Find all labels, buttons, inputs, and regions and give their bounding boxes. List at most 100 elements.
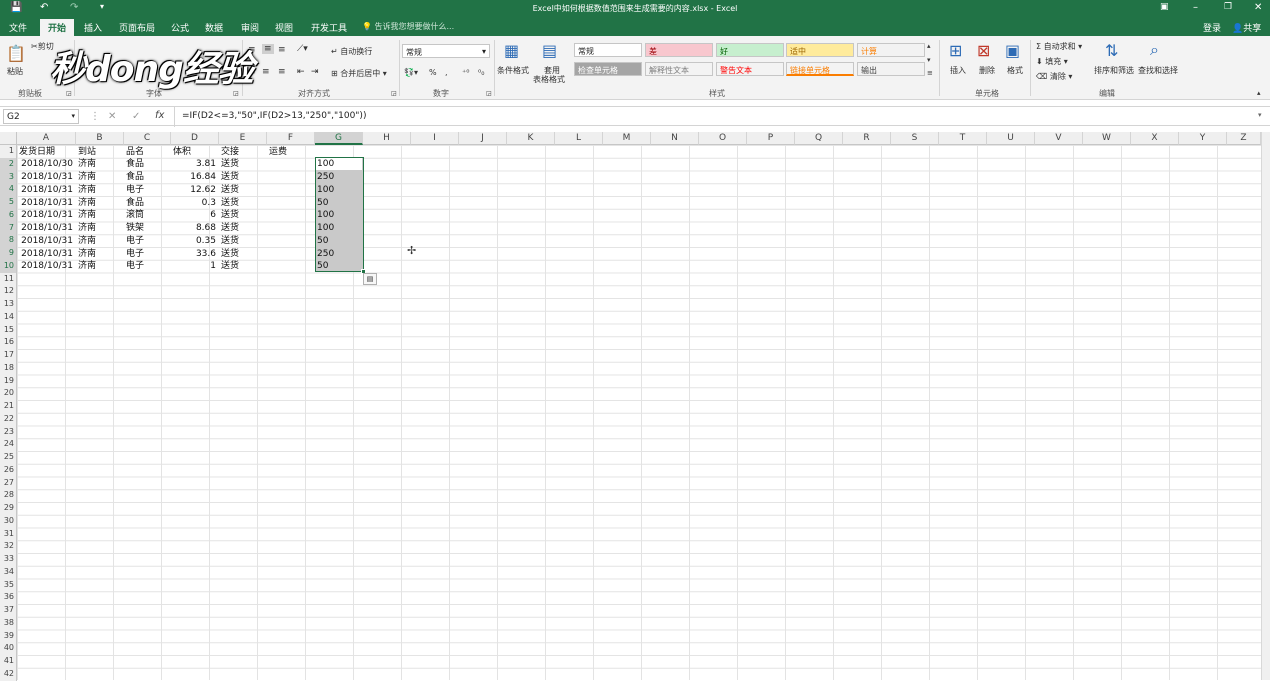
column-header-W[interactable]: W xyxy=(1083,132,1131,145)
row-header-15[interactable]: 15 xyxy=(0,323,17,337)
column-header-V[interactable]: V xyxy=(1035,132,1083,145)
column-header-D[interactable]: D xyxy=(171,132,219,145)
row-header-4[interactable]: 4 xyxy=(0,183,17,196)
cell-A7[interactable]: 2018/10/31 xyxy=(17,222,73,234)
tab-review[interactable]: 审阅 xyxy=(241,21,259,34)
tab-developer[interactable]: 开发工具 xyxy=(311,21,347,34)
column-header-I[interactable]: I xyxy=(411,132,459,145)
column-header-H[interactable]: H xyxy=(363,132,411,145)
quick-analysis-icon[interactable]: ▤ xyxy=(363,273,377,285)
close-icon[interactable]: ✕ xyxy=(1254,2,1262,13)
row-header-2[interactable]: 2 xyxy=(0,157,17,171)
align-right-icon[interactable]: ≡ xyxy=(278,67,286,77)
cell-B7[interactable]: 济南 xyxy=(78,222,96,234)
column-header-C[interactable]: C xyxy=(124,132,171,145)
cell-G7[interactable]: 100 xyxy=(317,222,334,234)
row-header-17[interactable]: 17 xyxy=(0,349,17,362)
currency-icon[interactable]: 💱▾ xyxy=(404,68,418,77)
wrap-text-button[interactable]: ↵ 自动换行 xyxy=(331,46,372,57)
row-header-20[interactable]: 20 xyxy=(0,387,17,400)
cell-G3[interactable]: 250 xyxy=(317,171,334,183)
row-header-12[interactable]: 12 xyxy=(0,285,17,298)
name-box[interactable]: G2 ▾ xyxy=(3,109,79,124)
cell-D6[interactable]: 6 xyxy=(171,209,216,221)
row-header-29[interactable]: 29 xyxy=(0,502,17,515)
column-header-U[interactable]: U xyxy=(987,132,1035,145)
gallery-down-icon[interactable]: ▾ xyxy=(927,56,931,64)
cell-E9[interactable]: 送货 xyxy=(221,248,239,260)
cell-D8[interactable]: 0.35 xyxy=(171,235,216,247)
share-button[interactable]: 👤共享 xyxy=(1232,21,1261,34)
collapse-ribbon-icon[interactable]: ▴ xyxy=(1257,89,1261,97)
conditional-format-icon[interactable]: ▦ xyxy=(504,41,519,60)
row-header-38[interactable]: 38 xyxy=(0,616,17,630)
row-header-22[interactable]: 22 xyxy=(0,412,17,426)
row-header-27[interactable]: 27 xyxy=(0,476,17,490)
cell-D7[interactable]: 8.68 xyxy=(171,222,216,234)
cell-style-1[interactable]: 差 xyxy=(645,43,713,57)
cell-B5[interactable]: 济南 xyxy=(78,197,96,209)
cell-A3[interactable]: 2018/10/31 xyxy=(17,171,73,183)
column-header-A[interactable]: A xyxy=(17,132,76,145)
ribbon-display-icon[interactable]: ▣ xyxy=(1160,2,1169,12)
row-header-5[interactable]: 5 xyxy=(0,196,17,209)
cell-G9[interactable]: 250 xyxy=(317,248,334,260)
column-header-J[interactable]: J xyxy=(459,132,507,145)
delete-cells-icon[interactable]: ⊠ xyxy=(977,41,990,60)
row-header-36[interactable]: 36 xyxy=(0,591,17,604)
login-link[interactable]: 登录 xyxy=(1203,21,1221,34)
select-all-button[interactable] xyxy=(0,132,17,145)
align-center-icon[interactable]: ≡ xyxy=(262,67,270,77)
row-header-8[interactable]: 8 xyxy=(0,234,17,247)
cell-E2[interactable]: 送货 xyxy=(221,158,239,170)
row-header-42[interactable]: 42 xyxy=(0,667,17,681)
cell-D2[interactable]: 3.81 xyxy=(171,158,216,170)
tab-home[interactable]: 开始 xyxy=(40,19,75,36)
cell-style-0[interactable]: 常规 xyxy=(574,43,642,57)
column-header-O[interactable]: O xyxy=(699,132,747,145)
sort-filter-icon[interactable]: ⇅ xyxy=(1105,41,1118,60)
cell-E10[interactable]: 送货 xyxy=(221,260,239,272)
magnifier-icon[interactable]: ⌕ xyxy=(1150,40,1159,60)
decrease-indent-icon[interactable]: ⇤ xyxy=(297,67,305,77)
column-header-Y[interactable]: Y xyxy=(1179,132,1227,145)
tab-page-layout[interactable]: 页面布局 xyxy=(119,21,155,34)
orientation-icon[interactable]: ⟋▾ xyxy=(297,44,308,54)
row-header-33[interactable]: 33 xyxy=(0,553,17,566)
column-header-X[interactable]: X xyxy=(1131,132,1179,145)
cell-B4[interactable]: 济南 xyxy=(78,184,96,196)
column-header-F[interactable]: F xyxy=(267,132,315,145)
tab-insert[interactable]: 插入 xyxy=(84,21,102,34)
row-header-21[interactable]: 21 xyxy=(0,400,17,413)
tell-me-search[interactable]: 💡 告诉我您想要做什么... xyxy=(362,21,454,32)
row-header-19[interactable]: 19 xyxy=(0,374,17,388)
column-header-Q[interactable]: Q xyxy=(795,132,843,145)
format-cells-icon[interactable]: ▣ xyxy=(1005,41,1020,60)
cell-D5[interactable]: 0.3 xyxy=(171,197,216,209)
cell-B1[interactable]: 到站 xyxy=(78,146,96,158)
gallery-up-icon[interactable]: ▴ xyxy=(927,42,931,50)
cell-D1[interactable]: 体积 xyxy=(173,146,191,158)
cell-style-8[interactable]: 链接单元格 xyxy=(786,62,854,76)
column-header-T[interactable]: T xyxy=(939,132,987,145)
cell-A9[interactable]: 2018/10/31 xyxy=(17,248,73,260)
comma-button[interactable]: , xyxy=(445,68,448,77)
cell-G6[interactable]: 100 xyxy=(317,209,334,221)
cell-G2[interactable]: 100 xyxy=(317,158,334,170)
enter-icon[interactable]: ✓ xyxy=(132,111,140,122)
column-header-K[interactable]: K xyxy=(507,132,555,145)
restore-icon[interactable]: ❐ xyxy=(1224,2,1232,12)
autosum-button[interactable]: Σ 自动求和 ▾ xyxy=(1036,41,1082,52)
percent-button[interactable]: % xyxy=(429,68,437,77)
cell-A1[interactable]: 发货日期 xyxy=(19,146,55,158)
cell-style-2[interactable]: 好 xyxy=(716,43,784,57)
cell-style-7[interactable]: 警告文本 xyxy=(716,62,784,76)
tab-formulas[interactable]: 公式 xyxy=(171,21,189,34)
number-launcher-icon[interactable]: ◲ xyxy=(486,90,492,97)
format-as-table-icon[interactable]: ▤ xyxy=(542,41,557,60)
row-header-3[interactable]: 3 xyxy=(0,170,17,184)
cell-C8[interactable]: 电子 xyxy=(126,235,144,247)
column-header-E[interactable]: E xyxy=(219,132,267,145)
row-header-24[interactable]: 24 xyxy=(0,438,17,451)
cell-G4[interactable]: 100 xyxy=(317,184,334,196)
